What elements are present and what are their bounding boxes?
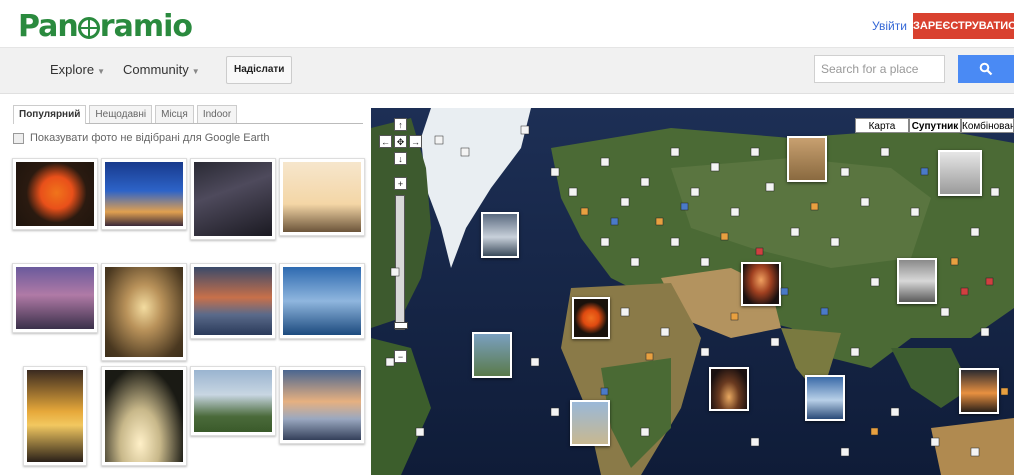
filter-checkbox[interactable] [13,132,24,144]
google-earth-filter[interactable]: Показувати фото не відібрані для Google … [13,132,270,144]
map-photo-marker[interactable] [472,332,512,378]
zoom-slider[interactable] [394,195,408,330]
globe-icon [77,17,100,39]
logo-text-left: Pan [18,9,79,44]
map-photo-marker[interactable] [787,136,827,182]
world-map[interactable]: Карта Супутник Комбінован ↑ ← ✥ → ↓ + − [371,108,1014,475]
filter-checkbox-label: Показувати фото не відібрані для Google … [30,132,270,144]
tab-indoor[interactable]: Indoor [196,105,238,123]
top-bar: Pan ramio Увійти ЗАРЕЄСТРУВАТИСЯ [0,0,1014,48]
photo-thumbnail-tree-tunnel[interactable] [101,263,187,361]
register-button[interactable]: ЗАРЕЄСТРУВАТИСЯ [913,13,1014,39]
search-icon [979,62,993,76]
map-photo-marker[interactable] [481,212,519,258]
panoramio-logo[interactable]: Pan ramio [18,9,193,44]
explore-menu[interactable]: Explore ▼ [50,62,105,77]
map-type-hybrid[interactable]: Комбінован [961,118,1014,133]
map-photo-marker[interactable] [572,297,610,339]
search-button[interactable] [958,55,1014,83]
map-photo-marker[interactable] [570,400,610,446]
map-photo-marker[interactable] [741,262,781,306]
explore-label: Explore [50,62,95,77]
map-photo-marker[interactable] [938,150,982,196]
chevron-down-icon: ▼ [191,67,200,76]
zoom-slider-handle[interactable] [394,322,408,329]
upload-button[interactable]: Надіслати [226,56,293,84]
photo-thumbnail-purple-sky[interactable] [12,263,98,333]
photo-thumbnail-camels-dusk[interactable] [101,158,187,230]
photo-thumbnail-tree-house[interactable] [279,158,365,236]
map-photo-marker[interactable] [897,258,937,304]
photo-thumbnail-spider-sunset[interactable] [12,158,98,230]
nav-bar: Explore ▼ Community ▼ Надіслати [0,48,1014,94]
search-input[interactable] [814,55,945,83]
photo-tabs: Популярний Нещодавні Місця Indoor [13,105,363,124]
pan-up-icon[interactable]: ↑ [394,118,407,131]
chevron-down-icon: ▼ [97,67,105,76]
photo-thumbnail-lake-sunset[interactable] [279,366,365,444]
tab-recent[interactable]: Нещодавні [89,105,153,123]
community-label: Community [123,62,189,77]
photo-thumbnail-golden-sunset[interactable] [23,366,87,466]
map-photo-marker[interactable] [709,367,749,411]
map-type-satellite[interactable]: Супутник [909,118,961,133]
community-menu[interactable]: Community ▼ [123,62,200,77]
pan-down-icon[interactable]: ↓ [394,152,407,165]
pan-right-icon[interactable]: → [409,135,422,148]
photo-thumbnail-misty-mountains[interactable] [279,263,365,339]
signin-link[interactable]: Увійти [872,19,907,33]
photo-thumbnail-storm-lake[interactable] [190,263,276,339]
zoom-out-icon[interactable]: − [394,350,407,363]
tab-places[interactable]: Місця [155,105,194,123]
map-type-map[interactable]: Карта [855,118,909,133]
photo-thumbnail-deer-tree[interactable] [101,366,187,466]
logo-text-right: ramio [99,9,193,44]
map-photo-marker[interactable] [805,375,845,421]
pan-center-icon[interactable]: ✥ [394,135,407,148]
pan-left-icon[interactable]: ← [379,135,392,148]
map-photo-marker[interactable] [959,368,999,414]
tab-popular[interactable]: Популярний [13,105,87,124]
photo-thumbnail-alpine-church[interactable] [190,366,276,436]
photo-thumbnail-lightning[interactable] [190,158,276,240]
zoom-in-icon[interactable]: + [394,177,407,190]
